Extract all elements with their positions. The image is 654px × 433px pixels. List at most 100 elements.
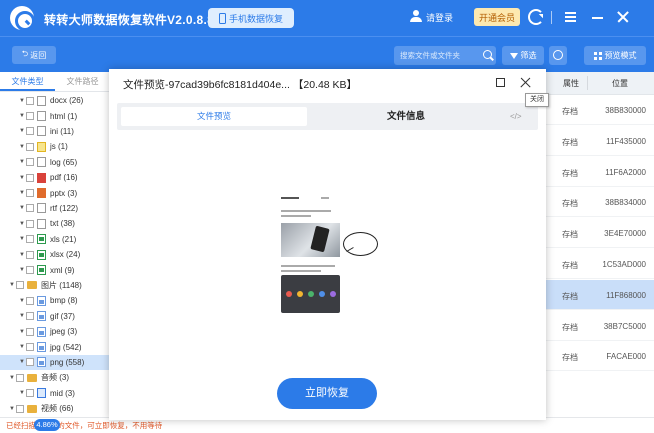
tree-item[interactable]: ▼ xls (21) (0, 232, 110, 247)
table-row[interactable]: 存档 38B7C5000 (546, 311, 654, 341)
dialog-close-icon[interactable] (519, 76, 532, 89)
vip-button[interactable]: 开通会员 (474, 8, 520, 26)
item-checkbox[interactable] (26, 250, 34, 259)
table-row[interactable]: 存档 38B834000 (546, 187, 654, 218)
filter-button[interactable]: 筛选 (502, 46, 544, 65)
item-checkbox[interactable] (26, 312, 34, 321)
expand-caret-icon[interactable]: ▼ (18, 205, 26, 211)
tab-file-preview[interactable]: 文件预览 (121, 107, 307, 126)
item-checkbox[interactable] (26, 112, 34, 121)
tree-item[interactable]: ▼ log (65) (0, 155, 110, 170)
tree-item[interactable]: ▼ jpg (542) (0, 339, 110, 354)
table-row[interactable]: 存档 11F868000 (546, 279, 654, 310)
refresh-icon[interactable] (528, 9, 544, 25)
tree-item[interactable]: ▼ txt (38) (0, 216, 110, 231)
expand-caret-icon[interactable]: ▼ (18, 113, 26, 119)
expand-caret-icon[interactable]: ▼ (18, 98, 26, 104)
item-checkbox[interactable] (26, 127, 34, 136)
tree-item[interactable]: ▼ xlsx (24) (0, 247, 110, 262)
recover-now-button[interactable]: 立即恢复 (277, 378, 377, 409)
login-link[interactable]: 请登录 (426, 11, 453, 24)
item-checkbox[interactable] (26, 358, 34, 367)
expand-caret-icon[interactable]: ▼ (8, 375, 16, 381)
column-position[interactable]: 位置 (612, 78, 628, 89)
expand-caret-icon[interactable]: ▼ (18, 221, 26, 227)
tree-item[interactable]: ▼ bmp (8) (0, 293, 110, 308)
item-checkbox[interactable] (26, 158, 34, 167)
expand-caret-icon[interactable]: ▼ (18, 344, 26, 350)
tree-item[interactable]: ▼ gif (37) (0, 309, 110, 324)
expand-caret-icon[interactable]: ▼ (18, 390, 26, 396)
preview-mode-button[interactable]: 预览模式 (584, 46, 646, 65)
maximize-icon[interactable] (496, 78, 505, 87)
item-checkbox[interactable] (26, 389, 34, 398)
expand-caret-icon[interactable]: ▼ (18, 267, 26, 273)
item-checkbox[interactable] (16, 404, 24, 413)
item-checkbox[interactable] (26, 189, 34, 198)
tree-item[interactable]: ▼ pptx (3) (0, 185, 110, 200)
user-icon[interactable] (410, 10, 422, 22)
item-checkbox[interactable] (16, 281, 24, 290)
tab-file-path[interactable]: 文件路径 (55, 72, 110, 91)
tree-item[interactable]: ▼ docx (26) (0, 93, 110, 108)
tab-file-type[interactable]: 文件类型 (0, 72, 55, 91)
tree-item[interactable]: ▼ ini (11) (0, 124, 110, 139)
item-checkbox[interactable] (26, 173, 34, 182)
expand-caret-icon[interactable]: ▼ (18, 128, 26, 134)
expand-caret-icon[interactable]: ▼ (18, 236, 26, 242)
preview-line (281, 265, 335, 267)
tab-file-info[interactable]: 文件信息 (387, 107, 425, 126)
expand-caret-icon[interactable]: ▼ (18, 252, 26, 258)
table-row[interactable]: 存档 11F435000 (546, 126, 654, 156)
expand-caret-icon[interactable]: ▼ (8, 282, 16, 288)
expand-caret-icon[interactable]: ▼ (18, 313, 26, 319)
expand-caret-icon[interactable]: ▼ (8, 406, 16, 412)
item-checkbox[interactable] (26, 142, 34, 151)
item-checkbox[interactable] (26, 235, 34, 244)
expand-caret-icon[interactable]: ▼ (18, 329, 26, 335)
table-row[interactable]: 存档 1C53AD000 (546, 249, 654, 279)
table-row[interactable]: 存档 11F6A2000 (546, 157, 654, 187)
item-checkbox[interactable] (16, 373, 24, 382)
tree-item[interactable]: ▼ html (1) (0, 108, 110, 123)
tree-folder[interactable]: ▼ 视频 (66) (0, 401, 110, 416)
tree-folder[interactable]: ▼ 音频 (3) (0, 370, 110, 385)
tree-item[interactable]: ▼ jpeg (3) (0, 324, 110, 339)
expand-caret-icon[interactable]: ▼ (18, 159, 26, 165)
expand-caret-icon[interactable]: ▼ (18, 190, 26, 196)
filter-label: 筛选 (520, 51, 537, 60)
code-icon[interactable]: </> (510, 107, 522, 126)
table-row[interactable]: 存档 FACAE000 (546, 341, 654, 372)
tree-folder[interactable]: ▼ 图片 (1148) (0, 278, 110, 293)
item-checkbox[interactable] (26, 343, 34, 352)
column-attr[interactable]: 属性 (563, 78, 579, 89)
item-checkbox[interactable] (26, 96, 34, 105)
item-checkbox[interactable] (26, 219, 34, 228)
tree-item[interactable]: ▼ mid (3) (0, 386, 110, 401)
search-input[interactable]: 搜索文件或文件夹 (394, 46, 496, 65)
table-row[interactable]: 存档 3E4E70000 (546, 218, 654, 249)
menu-icon[interactable] (563, 9, 579, 25)
minimize-icon[interactable] (590, 9, 606, 25)
expand-caret-icon[interactable]: ▼ (18, 359, 26, 365)
item-checkbox[interactable] (26, 296, 34, 305)
expand-caret-icon[interactable]: ▼ (18, 144, 26, 150)
tree-item[interactable]: ▼ js (1) (0, 139, 110, 154)
tree-item[interactable]: ▼ png (558) (0, 354, 110, 371)
item-checkbox[interactable] (26, 266, 34, 275)
search-icon[interactable] (483, 50, 492, 59)
app-title: 转转大师数据恢复软件V2.0.8.8 (44, 13, 215, 27)
item-checkbox[interactable] (26, 327, 34, 336)
scan-icon[interactable] (549, 46, 567, 65)
table-row[interactable]: 存档 38B830000 (546, 95, 654, 125)
expand-caret-icon[interactable]: ▼ (18, 298, 26, 304)
item-checkbox[interactable] (26, 204, 34, 213)
folder-file-icon (27, 404, 37, 413)
expand-caret-icon[interactable]: ▼ (18, 175, 26, 181)
close-window-icon[interactable] (615, 9, 631, 25)
tree-item[interactable]: ▼ rtf (122) (0, 201, 110, 216)
tree-item[interactable]: ▼ xml (9) (0, 262, 110, 277)
mobile-recovery-button[interactable]: 手机数据恢复 (208, 8, 294, 28)
tree-item[interactable]: ▼ pdf (16) (0, 170, 110, 185)
back-button[interactable]: ⮌ 返回 (12, 46, 56, 64)
